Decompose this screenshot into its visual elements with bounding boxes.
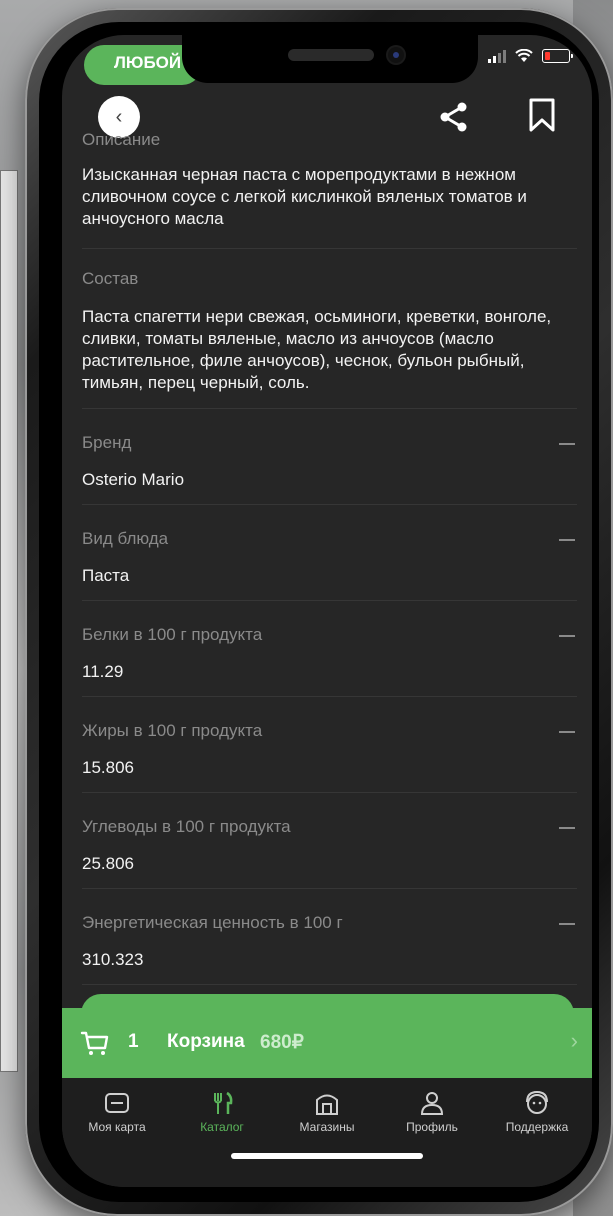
cart-price: 680₽ bbox=[260, 1032, 304, 1053]
attribute-label: Белки в 100 г продукта bbox=[82, 625, 263, 644]
tab-profile[interactable]: Профиль bbox=[377, 1090, 487, 1134]
collapse-icon[interactable] bbox=[559, 923, 575, 925]
attribute-row-carbs[interactable]: Углеводы в 100 г продукта 25.806 bbox=[82, 793, 577, 889]
attribute-value: 11.29 bbox=[82, 662, 124, 681]
wifi-icon bbox=[515, 49, 533, 62]
collapse-icon[interactable] bbox=[559, 731, 575, 733]
description-text: Изысканная черная паста с морепродуктами… bbox=[82, 165, 527, 228]
attribute-label: Энергетическая ценность в 100 г bbox=[82, 913, 343, 932]
fork-knife-icon bbox=[214, 1091, 233, 1114]
tab-stores[interactable]: Магазины bbox=[272, 1090, 382, 1134]
attribute-value: Паста bbox=[82, 566, 130, 585]
collapse-icon[interactable] bbox=[559, 827, 575, 829]
collapse-icon[interactable] bbox=[559, 539, 575, 541]
attribute-label: Вид блюда bbox=[82, 529, 169, 548]
status-bar-icons bbox=[488, 49, 573, 63]
attribute-row-protein[interactable]: Белки в 100 г продукта 11.29 bbox=[82, 601, 577, 697]
tab-label: Каталог bbox=[200, 1120, 244, 1134]
device-notch bbox=[182, 35, 478, 83]
attribute-value: 15.806 bbox=[82, 758, 134, 777]
battery-icon bbox=[542, 49, 573, 63]
attribute-row-energy[interactable]: Энергетическая ценность в 100 г 310.323 bbox=[82, 889, 577, 985]
attribute-label: Бренд bbox=[82, 433, 132, 452]
attribute-row-dish-type[interactable]: Вид блюда Паста bbox=[82, 505, 577, 601]
background-panel bbox=[0, 170, 18, 1072]
tab-label: Магазины bbox=[299, 1120, 355, 1134]
attribute-value: Osterio Mario bbox=[82, 470, 185, 489]
tab-label: Моя карта bbox=[88, 1120, 146, 1134]
attribute-label: Жиры в 100 г продукта bbox=[82, 721, 263, 740]
composition-section: Состав Паста спагетти нери свежая, осьми… bbox=[82, 249, 577, 409]
description-section: Описание Изысканная черная паста с мореп… bbox=[82, 127, 577, 249]
home-indicator bbox=[231, 1153, 423, 1159]
promo-badge-text: ЛЮБОЙ bbox=[114, 53, 182, 72]
cart-icon bbox=[80, 1031, 109, 1055]
composition-text: Паста спагетти нери свежая, осьминоги, к… bbox=[82, 307, 552, 392]
collapse-icon[interactable] bbox=[559, 635, 575, 637]
tab-support[interactable]: Поддержка bbox=[482, 1090, 592, 1134]
front-camera bbox=[388, 47, 404, 63]
store-icon bbox=[316, 1094, 338, 1115]
support-icon bbox=[526, 1090, 548, 1114]
cart-label: Корзина bbox=[167, 1031, 245, 1052]
attribute-value: 310.323 bbox=[82, 950, 144, 969]
tab-my-card[interactable]: Моя карта bbox=[62, 1090, 172, 1134]
cart-count: 1 bbox=[128, 1031, 139, 1052]
tab-label: Профиль bbox=[406, 1120, 458, 1134]
composition-label: Состав bbox=[82, 269, 139, 288]
collapse-icon[interactable] bbox=[559, 443, 575, 445]
attribute-value: 25.806 bbox=[82, 854, 134, 873]
chevron-left-icon: ‹ bbox=[115, 105, 123, 128]
signal-icon bbox=[488, 49, 506, 63]
tab-catalog[interactable]: Каталог bbox=[167, 1090, 277, 1134]
user-icon bbox=[420, 1092, 444, 1115]
tab-label: Поддержка bbox=[505, 1120, 569, 1134]
speaker-grille bbox=[288, 49, 374, 61]
attribute-row-brand[interactable]: Бренд Osterio Mario bbox=[82, 409, 577, 505]
card-icon bbox=[105, 1093, 129, 1113]
cart-bar[interactable]: 1 Корзина 680₽ › bbox=[62, 1008, 592, 1078]
description-label: Описание bbox=[82, 130, 161, 149]
product-details: Описание Изысканная черная паста с мореп… bbox=[82, 127, 577, 985]
tab-bar: Моя карта Каталог Магазины Профиль Подде… bbox=[62, 1078, 592, 1187]
attribute-label: Углеводы в 100 г продукта bbox=[82, 817, 291, 836]
attribute-row-fat[interactable]: Жиры в 100 г продукта 15.806 bbox=[82, 697, 577, 793]
chevron-right-icon: › bbox=[570, 1028, 578, 1053]
app-screen: ЛЮБОЙ ‹ Описание Изысканная черная паста… bbox=[62, 35, 592, 1187]
